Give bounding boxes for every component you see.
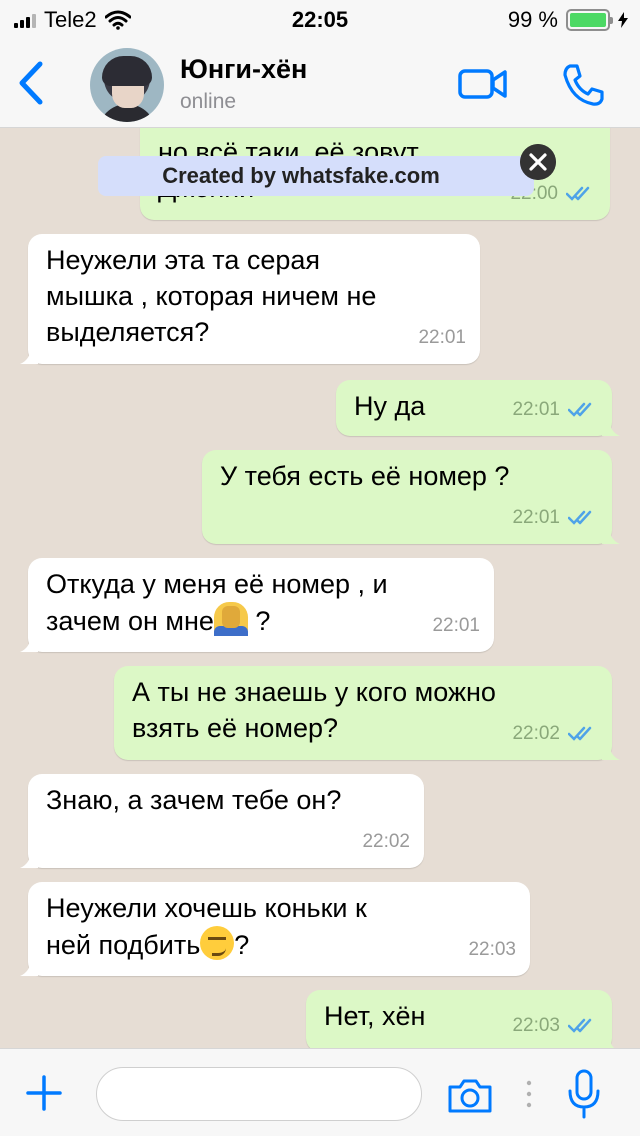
avatar[interactable] [90,48,164,122]
close-icon[interactable] [520,144,556,180]
message-time: 22:03 [512,1015,560,1036]
read-ticks-icon [568,1018,592,1033]
message-meta: 22:02 [362,824,410,860]
message-input[interactable] [96,1067,422,1121]
message-meta: 22:02 [512,716,598,752]
watermark-banner: Created by whatsfake.com [98,156,534,196]
read-ticks-icon [568,510,592,525]
message-bubble-incoming[interactable]: Откуда у меня её номер , и зачем он мне … [20,558,494,652]
message-text: Неужели хочешь коньки к ней подбить? [46,890,514,963]
camera-button[interactable] [446,1075,494,1115]
charging-bolt-icon [618,12,628,28]
chat-header: Юнги-хён online [0,40,640,128]
message-meta: 22:03 [468,932,516,968]
message-time: 22:01 [432,615,480,636]
bubble-tail [602,1034,615,1048]
message-time: 22:02 [512,723,560,744]
bubble-tail [20,958,38,976]
contact-name[interactable]: Юнги-хён [180,54,307,85]
message-bubble-outgoing[interactable]: Нет, хён 22:03 [306,990,615,1048]
message-meta: 22:01 [418,320,466,356]
message-text: У тебя есть её номер ? [220,461,510,491]
message-text: Неужели эта та серая мышка , которая нич… [46,245,377,347]
message-text: Откуда у меня её номер , и зачем он мне … [46,566,478,639]
message-bubble-incoming[interactable]: Знаю, а зачем тебе он? 22:02 [20,774,424,868]
battery-level-fill [570,13,606,27]
read-ticks-icon [568,726,592,741]
message-time: 22:01 [512,507,560,528]
contact-status: online [180,90,237,113]
attach-plus-button[interactable] [24,1073,64,1113]
read-ticks-icon [568,402,592,417]
message-bubble-incoming[interactable]: Неужели эта та серая мышка , которая нич… [20,234,480,364]
message-text-part: ? [247,606,271,636]
message-meta: 22:01 [432,608,480,644]
battery-percent: 99 % [507,7,558,32]
message-text-part: ? [234,930,250,960]
message-bubble-outgoing[interactable]: А ты не знаешь у кого можно взять её ном… [114,666,620,760]
chat-area[interactable]: но всё таки, её зовут Дженни 22:00 Неуже… [0,128,640,1048]
message-time: 22:01 [512,399,560,420]
composer-bar [0,1048,640,1136]
smirking-face-emoji [200,926,235,960]
bubble-tail [602,742,620,760]
message-bubble-incoming[interactable]: Неужели хочешь коньки к ней подбить? 22:… [20,882,530,976]
message-bubble-outgoing[interactable]: У тебя есть её номер ? 22:01 [202,450,620,544]
status-right: 99 % [508,7,628,33]
bubble-tail [20,850,38,868]
bubble-tail [20,346,38,364]
message-text: Знаю, а зачем тебе он? [46,785,342,815]
status-bar: Tele2 22:05 99 % [0,0,640,40]
phone-call-button[interactable] [560,62,606,108]
battery-icon [566,9,613,31]
message-meta: 22:01 [512,392,598,428]
message-time: 22:03 [468,939,516,960]
message-time: 22:02 [362,831,410,852]
bubble-tail [602,418,620,436]
read-ticks-icon [566,186,590,201]
message-meta: 22:03 [512,1008,598,1044]
face-palm-emoji [213,602,248,636]
back-button[interactable] [14,60,48,106]
message-bubble-outgoing[interactable]: Ну да 22:01 [336,380,620,436]
bubble-tail [20,634,38,652]
more-dots-icon [526,1080,532,1108]
video-call-button[interactable] [458,66,508,102]
microphone-button[interactable] [566,1069,602,1119]
bubble-tail [602,526,620,544]
message-time: 22:01 [418,327,466,348]
message-meta: 22:01 [512,500,598,536]
